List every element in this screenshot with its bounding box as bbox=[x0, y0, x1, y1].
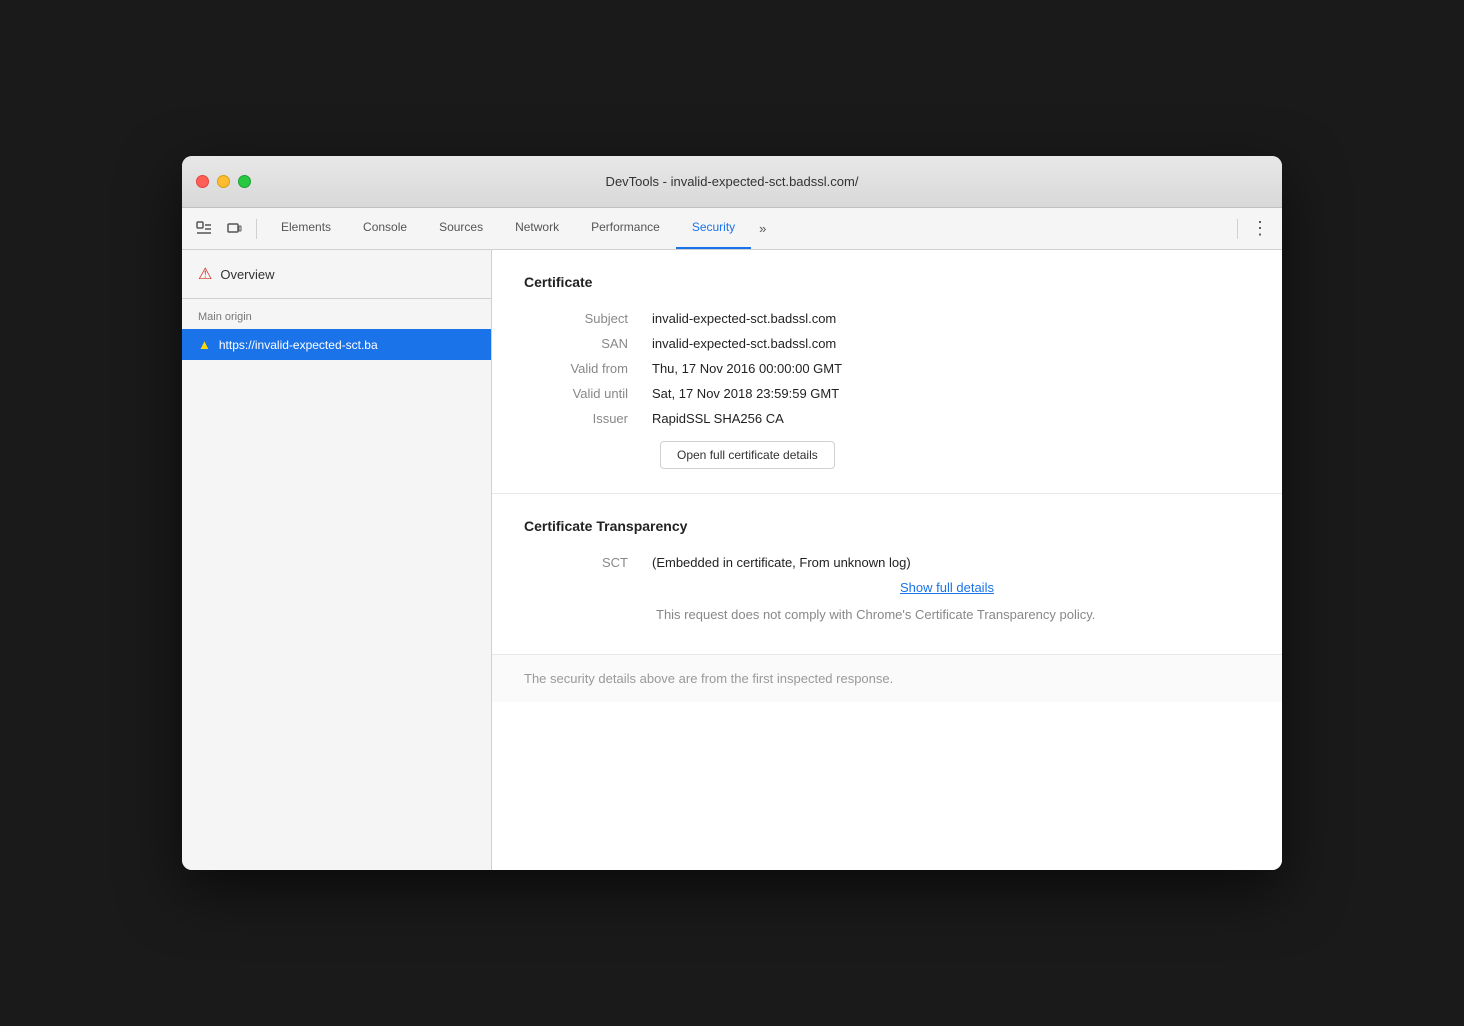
tab-elements[interactable]: Elements bbox=[265, 207, 347, 249]
cert-field-value: Sat, 17 Nov 2018 23:59:59 GMT bbox=[644, 381, 1250, 406]
sct-value: (Embedded in certificate, From unknown l… bbox=[644, 550, 1250, 630]
minimize-button[interactable] bbox=[217, 175, 230, 188]
table-row: SAN invalid-expected-sct.badssl.com bbox=[524, 331, 1250, 356]
sct-label: SCT bbox=[524, 550, 644, 630]
certificate-title: Certificate bbox=[524, 274, 1250, 290]
cert-field-label: Issuer bbox=[524, 406, 644, 431]
transparency-section: Certificate Transparency SCT (Embedded i… bbox=[492, 494, 1282, 655]
cert-field-value: invalid-expected-sct.badssl.com bbox=[644, 331, 1250, 356]
cert-field-value: Thu, 17 Nov 2016 00:00:00 GMT bbox=[644, 356, 1250, 381]
table-row: Valid from Thu, 17 Nov 2016 00:00:00 GMT bbox=[524, 356, 1250, 381]
transparency-title: Certificate Transparency bbox=[524, 518, 1250, 534]
main-origin-label: Main origin bbox=[182, 299, 491, 329]
open-cert-button[interactable]: Open full certificate details bbox=[660, 441, 835, 469]
close-button[interactable] bbox=[196, 175, 209, 188]
content-panel: Certificate Subject invalid-expected-sct… bbox=[492, 250, 1282, 870]
cert-field-label: Subject bbox=[524, 306, 644, 331]
titlebar: DevTools - invalid-expected-sct.badssl.c… bbox=[182, 156, 1282, 208]
show-full-details-link[interactable]: Show full details bbox=[652, 580, 1242, 595]
origin-item[interactable]: ▲ https://invalid-expected-sct.ba bbox=[182, 329, 491, 360]
tab-network[interactable]: Network bbox=[499, 207, 575, 249]
maximize-button[interactable] bbox=[238, 175, 251, 188]
tab-bar: Elements Console Sources Network Perform… bbox=[265, 208, 1229, 249]
origin-warning-icon: ▲ bbox=[198, 337, 211, 352]
tab-performance[interactable]: Performance bbox=[575, 207, 676, 249]
sct-table: SCT (Embedded in certificate, From unkno… bbox=[524, 550, 1250, 630]
devtools-window: DevTools - invalid-expected-sct.badssl.c… bbox=[182, 156, 1282, 870]
inspector-icon bbox=[196, 221, 212, 237]
cert-field-label: Valid until bbox=[524, 381, 644, 406]
overview-label: Overview bbox=[220, 267, 274, 282]
device-icon bbox=[226, 221, 242, 237]
cert-field-value: RapidSSL SHA256 CA bbox=[644, 406, 1250, 431]
tab-security[interactable]: Security bbox=[676, 207, 751, 249]
main-content: ⚠ Overview Main origin ▲ https://invalid… bbox=[182, 250, 1282, 870]
toolbar-divider bbox=[256, 219, 257, 239]
cert-field-label: Valid from bbox=[524, 356, 644, 381]
ct-warning-text: This request does not comply with Chrome… bbox=[652, 605, 1242, 625]
device-toggle-button[interactable] bbox=[220, 215, 248, 243]
traffic-lights bbox=[196, 175, 251, 188]
table-row: Subject invalid-expected-sct.badssl.com bbox=[524, 306, 1250, 331]
cert-field-value: invalid-expected-sct.badssl.com bbox=[644, 306, 1250, 331]
sidebar-overview-item[interactable]: ⚠ Overview bbox=[182, 250, 491, 299]
origin-url: https://invalid-expected-sct.ba bbox=[219, 338, 378, 352]
window-title: DevTools - invalid-expected-sct.badssl.c… bbox=[606, 174, 859, 189]
toolbar: Elements Console Sources Network Perform… bbox=[182, 208, 1282, 250]
tab-sources[interactable]: Sources bbox=[423, 207, 499, 249]
table-row: Valid until Sat, 17 Nov 2018 23:59:59 GM… bbox=[524, 381, 1250, 406]
table-row: Issuer RapidSSL SHA256 CA bbox=[524, 406, 1250, 431]
footer-note: The security details above are from the … bbox=[492, 655, 1282, 702]
toolbar-right-divider bbox=[1237, 219, 1238, 239]
table-row: SCT (Embedded in certificate, From unkno… bbox=[524, 550, 1250, 630]
tab-more-button[interactable]: » bbox=[751, 207, 774, 249]
tab-console[interactable]: Console bbox=[347, 207, 423, 249]
certificate-table: Subject invalid-expected-sct.badssl.com … bbox=[524, 306, 1250, 431]
cert-field-label: SAN bbox=[524, 331, 644, 356]
certificate-section: Certificate Subject invalid-expected-sct… bbox=[492, 250, 1282, 494]
inspector-button[interactable] bbox=[190, 215, 218, 243]
sidebar: ⚠ Overview Main origin ▲ https://invalid… bbox=[182, 250, 492, 870]
devtools-menu-button[interactable]: ⋮ bbox=[1246, 215, 1274, 243]
warning-icon: ⚠ bbox=[198, 264, 212, 284]
